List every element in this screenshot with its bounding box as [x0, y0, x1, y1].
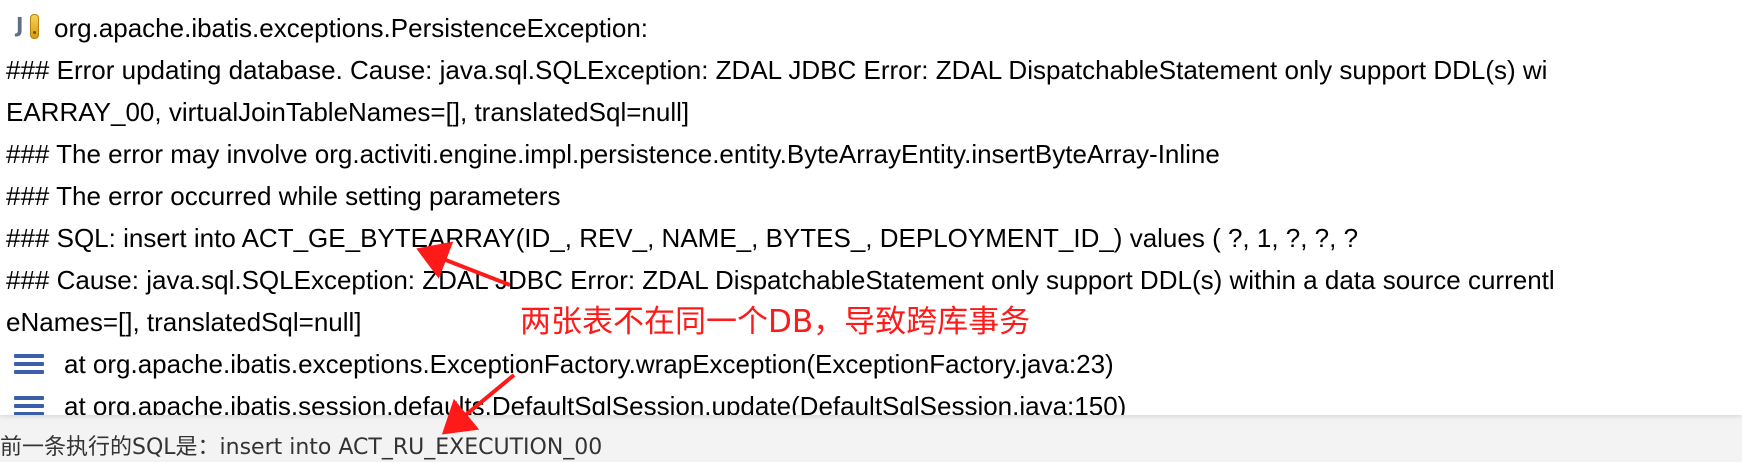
console-line: ### The error may involve org.activiti.e…	[6, 139, 1220, 169]
console-output: J org.apache.ibatis.exceptions.Persisten…	[0, 0, 1742, 415]
exception-title: org.apache.ibatis.exceptions.Persistence…	[54, 12, 649, 43]
stack-frame-icon	[14, 394, 46, 415]
stack-frame[interactable]: at org.apache.ibatis.exceptions.Exceptio…	[14, 348, 1114, 380]
console-line: ### Error updating database. Cause: java…	[6, 55, 1548, 85]
console-line: ### Cause: java.sql.SQLException: ZDAL J…	[6, 265, 1555, 295]
stack-frame-text: at org.apache.ibatis.exceptions.Exceptio…	[64, 348, 1114, 379]
caption-text: 前一条执行的SQL是：insert into ACT_RU_EXECUTION_…	[0, 435, 603, 460]
annotation-note: 两张表不在同一个DB，导致跨库事务	[520, 304, 1031, 340]
stack-frame-text: at org.apache.ibatis.session.defaults.De…	[64, 390, 1127, 416]
console-line: ### The error occurred while setting par…	[6, 181, 561, 211]
stack-frame[interactable]: at org.apache.ibatis.session.defaults.De…	[14, 390, 1126, 415]
java-exception-warning-icon: J	[14, 12, 48, 44]
stack-frame-icon	[14, 352, 46, 376]
exception-header[interactable]: J org.apache.ibatis.exceptions.Persisten…	[14, 12, 648, 44]
console-line: EARRAY_00, virtualJoinTableNames=[], tra…	[6, 97, 690, 127]
console-line: eNames=[], translatedSql=null]	[6, 307, 362, 337]
sql-line: ### SQL: insert into ACT_GE_BYTEARRAY(ID…	[6, 223, 1359, 253]
